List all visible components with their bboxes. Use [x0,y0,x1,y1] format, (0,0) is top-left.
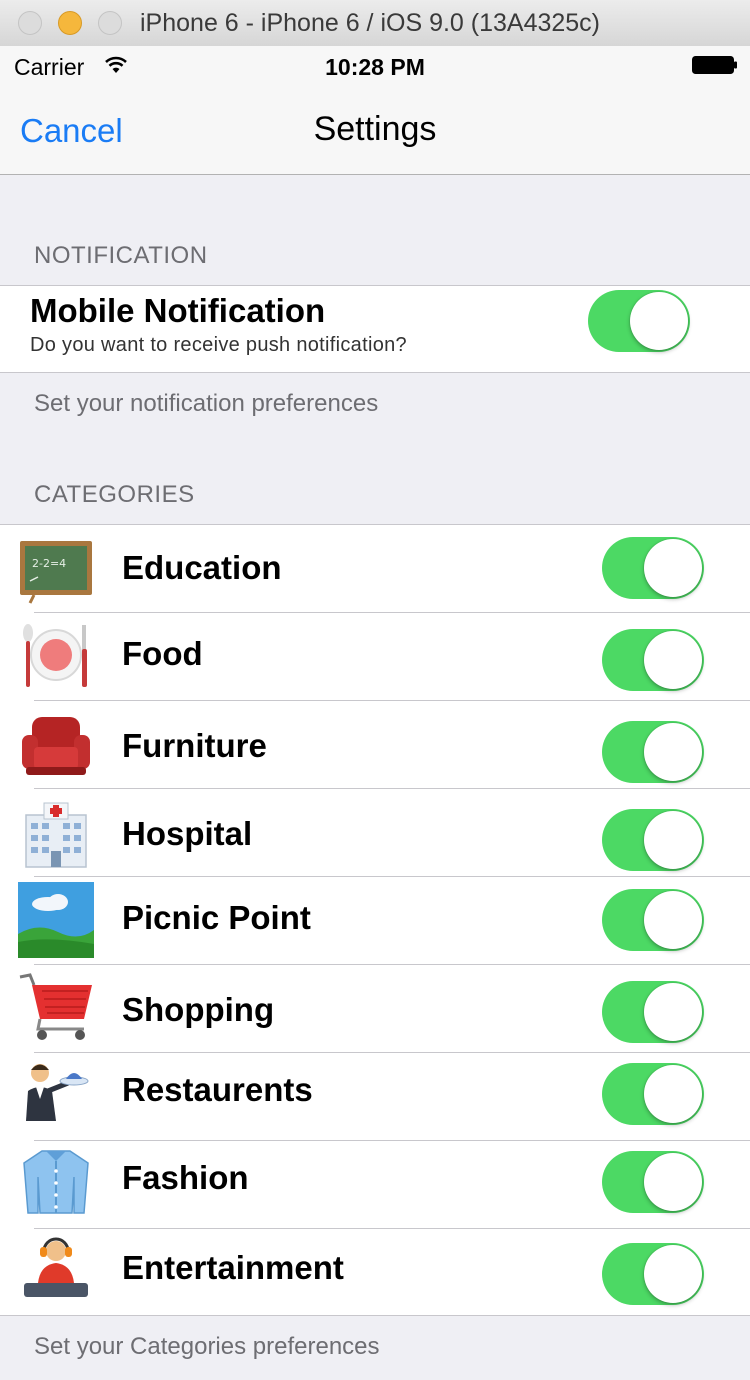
category-label: Fashion [122,1159,249,1196]
mobile-notification-title: Mobile Notification [30,292,326,329]
category-label: Education [122,549,282,586]
hospital-icon [25,802,87,868]
category-label: Entertainment [122,1249,344,1286]
categories-section-header: CATEGORIES [34,481,195,508]
zoom-window-button[interactable] [98,11,122,35]
category-row-hospital: Hospital [0,789,750,877]
category-row-picnic-point: Picnic Point [0,877,750,965]
plate-cutlery-icon [23,624,87,687]
status-time: 10:28 PM [325,54,425,80]
notification-section-header: NOTIFICATION [34,242,208,269]
category-switch-furniture[interactable] [602,721,704,783]
mobile-notification-subtitle: Do you want to receive push notification… [30,334,407,356]
mobile-notification-cell: Mobile Notification Do you want to recei… [0,285,750,373]
category-switch-picnic-point[interactable] [602,889,704,951]
shopping-cart-icon [19,973,92,1040]
category-label: Food [122,635,203,672]
category-switch-shopping[interactable] [602,981,704,1043]
category-row-restaurents: Restaurents [0,1053,750,1141]
category-switch-education[interactable] [602,537,704,599]
simulator-title-bar: iPhone 6 - iPhone 6 / iOS 9.0 (13A4325c) [0,0,750,47]
notification-section-footer: Set your notification preferences [34,390,379,417]
categories-list: 2-2=4 Education Food Furniture Hospital … [0,524,750,1316]
category-row-fashion: Fashion [0,1141,750,1229]
dj-icon [24,1237,88,1297]
category-label: Shopping [122,991,275,1028]
categories-section-footer: Set your Categories preferences [34,1333,380,1360]
close-window-button[interactable] [18,11,42,35]
category-switch-restaurents[interactable] [602,1063,704,1125]
category-switch-hospital[interactable] [602,809,704,871]
battery-icon [692,56,737,74]
page-title: Settings [313,110,437,148]
chalkboard-icon: 2-2=4 [20,541,92,604]
category-row-food: Food [0,613,750,701]
status-bar: Carrier 10:28 PM [0,46,750,88]
minimize-window-button[interactable] [58,11,82,35]
category-label: Furniture [122,727,267,764]
navigation-bar: Cancel Settings [0,88,750,175]
window-title: iPhone 6 - iPhone 6 / iOS 9.0 (13A4325c) [140,9,601,37]
category-switch-fashion[interactable] [602,1151,704,1213]
shirt-icon [23,1150,89,1214]
mobile-notification-switch[interactable] [588,290,690,352]
category-switch-food[interactable] [602,629,704,691]
category-label: Restaurents [122,1071,313,1108]
category-row-entertainment: Entertainment [0,1229,750,1315]
category-label: Picnic Point [122,899,311,936]
landscape-icon [18,882,94,958]
category-row-education: 2-2=4 Education [0,525,750,613]
waiter-icon [26,1064,89,1121]
svg-text:2-2=4: 2-2=4 [32,557,66,570]
category-switch-entertainment[interactable] [602,1243,704,1305]
category-row-furniture: Furniture [0,701,750,789]
category-label: Hospital [122,815,253,852]
category-row-shopping: Shopping [0,965,750,1053]
armchair-icon [22,717,90,775]
